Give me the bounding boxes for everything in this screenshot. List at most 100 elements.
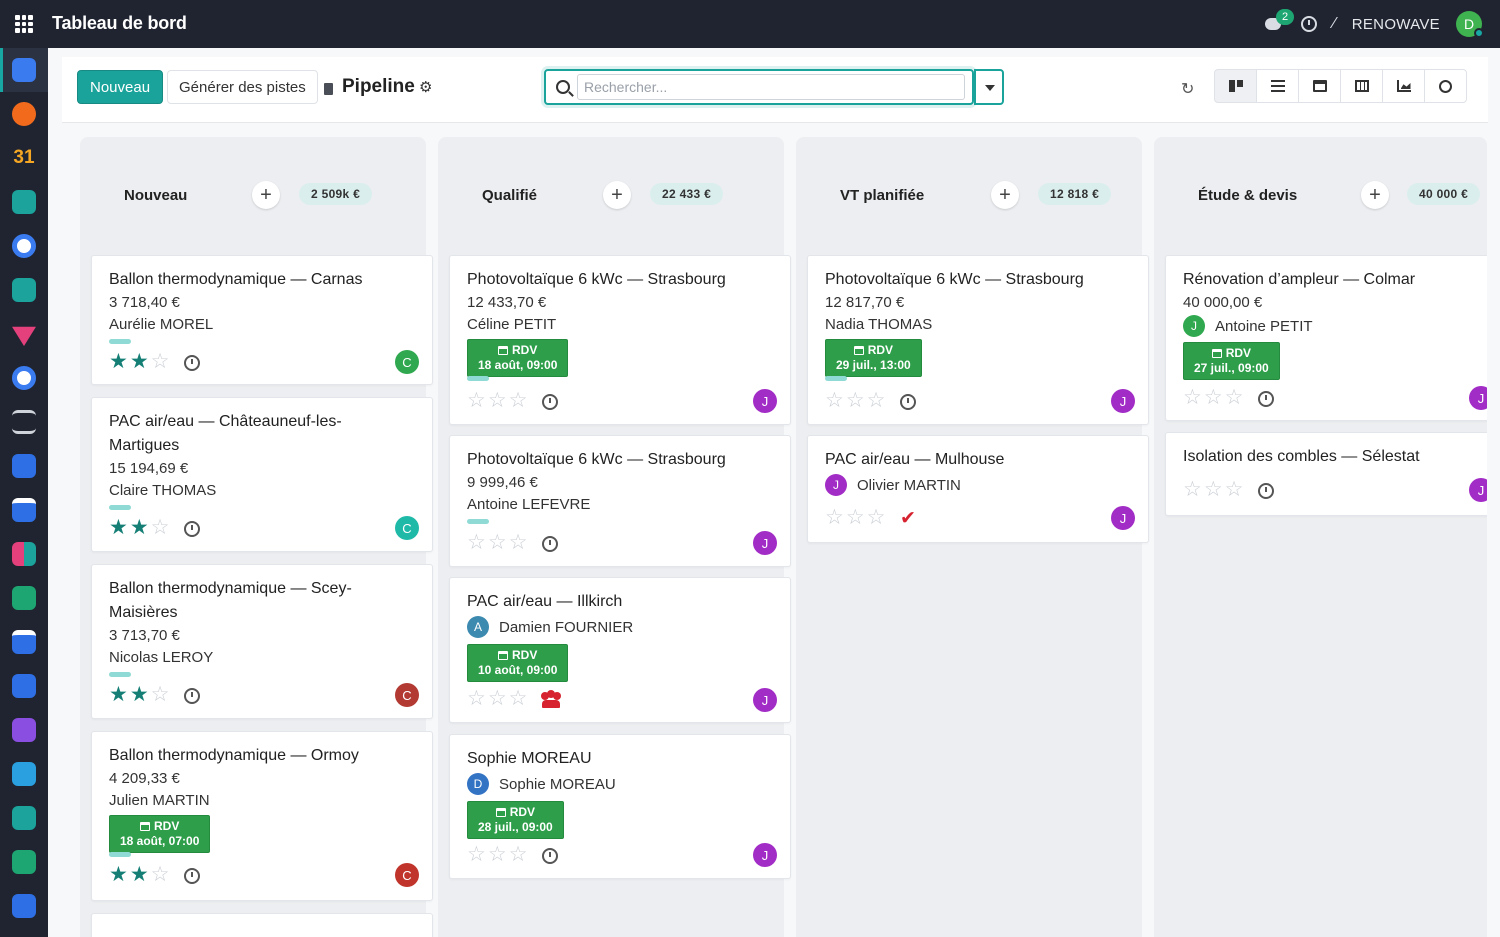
star-icon[interactable]: ☆	[1204, 479, 1223, 500]
appointment-badge[interactable]: RDV 27 juil., 09:00	[1183, 342, 1280, 380]
inventory-icon[interactable]	[12, 850, 36, 874]
star-icon[interactable]: ☆	[488, 844, 507, 865]
kanban-card[interactable]: Photovoltaïque 6 kWc — Strasbourg 12 817…	[807, 255, 1149, 425]
appointments-icon[interactable]	[12, 630, 36, 654]
crm-icon[interactable]	[12, 102, 36, 126]
card-assignee-avatar[interactable]: J	[753, 688, 777, 712]
kanban-card[interactable]: Ballon thermodynamique — Ormoy 4 209,33 …	[91, 731, 433, 901]
star-icon[interactable]: ★	[130, 517, 149, 538]
activity-clock-icon[interactable]	[900, 394, 916, 410]
priority-stars[interactable]: ☆ ☆ ☆	[467, 532, 527, 553]
star-icon[interactable]: ☆	[1183, 387, 1202, 408]
activity-clock-icon[interactable]	[184, 521, 200, 537]
appointment-badge[interactable]: RDV 18 août, 07:00	[109, 815, 211, 853]
star-icon[interactable]: ☆	[1225, 479, 1244, 500]
kanban-card[interactable]: Sophie MOREAU D Sophie MOREAU RDV 28 juil…	[449, 734, 791, 879]
sign-icon[interactable]	[12, 190, 36, 214]
dashboards-icon[interactable]	[12, 542, 36, 566]
star-icon[interactable]: ☆	[151, 517, 170, 538]
new-button[interactable]: Nouveau	[77, 70, 164, 104]
checkmark-icon[interactable]: ✔	[900, 507, 916, 530]
calendar-31-icon[interactable]: 31	[12, 146, 36, 170]
star-icon[interactable]: ☆	[509, 688, 528, 709]
kanban-card[interactable]: PAC air/eau — Châteauneuf-les- Martigues…	[91, 397, 433, 552]
list-view-button[interactable]	[1256, 69, 1299, 103]
gear-icon[interactable]: ⚙	[419, 78, 432, 96]
spreadsheet-icon[interactable]	[12, 586, 36, 610]
star-icon[interactable]: ☆	[825, 507, 844, 528]
timesheet-icon[interactable]	[12, 366, 36, 390]
planning-icon[interactable]	[12, 498, 36, 522]
kanban-card[interactable]: Rénovation d’ampleur — Colmar 40 000,00 …	[1165, 255, 1487, 421]
search-options-toggle[interactable]	[974, 69, 1004, 105]
activity-clock-icon[interactable]	[1258, 391, 1274, 407]
priority-stars[interactable]: ★ ★ ☆	[109, 684, 169, 705]
star-icon[interactable]: ☆	[1204, 387, 1223, 408]
activity-clock-icon[interactable]	[542, 536, 558, 552]
activity-view-button[interactable]	[1424, 69, 1467, 103]
star-icon[interactable]: ★	[130, 684, 149, 705]
kanban-card[interactable]: Photovoltaïque 6 kWc — Strasbourg 12 433…	[449, 255, 791, 425]
activity-clock-icon[interactable]	[184, 355, 200, 371]
card-assignee-avatar[interactable]: J	[1469, 386, 1487, 410]
activity-clock-icon[interactable]	[1301, 16, 1318, 32]
appointment-badge[interactable]: RDV 29 juil., 13:00	[825, 339, 922, 377]
star-icon[interactable]: ★	[109, 684, 128, 705]
subscriptions-icon[interactable]	[12, 762, 36, 786]
graph-view-button[interactable]	[1382, 69, 1425, 103]
appointment-badge[interactable]: RDV 10 août, 09:00	[467, 644, 569, 682]
star-icon[interactable]: ★	[109, 864, 128, 885]
blue-app-icon[interactable]	[12, 674, 36, 698]
priority-stars[interactable]: ☆ ☆ ☆	[825, 507, 885, 528]
card-assignee-avatar[interactable]: J	[1469, 478, 1487, 502]
discuss-icon[interactable]	[12, 58, 36, 82]
kanban-card[interactable]: Ballon thermodynamique — Scey- Maisières…	[91, 564, 433, 719]
priority-stars[interactable]: ☆ ☆ ☆	[825, 390, 885, 411]
star-icon[interactable]: ☆	[509, 390, 528, 411]
kanban-card[interactable]: Isolation des combles — Sélestat ☆ ☆ ☆ J	[1165, 432, 1487, 516]
activity-clock-icon[interactable]	[542, 394, 558, 410]
priority-stars[interactable]: ★ ★ ☆	[109, 517, 169, 538]
bank-icon[interactable]	[12, 410, 36, 434]
generate-leads-button[interactable]: Générer des pistes	[167, 70, 318, 104]
kanban-card[interactable]: PAC air/eau — Mulhouse J Olivier MARTIN …	[807, 435, 1149, 543]
card-assignee-avatar[interactable]: C	[395, 683, 419, 707]
kanban-card[interactable]: Ballon thermodynamique — Carnas 3 718,40…	[91, 255, 433, 385]
activity-clock-icon[interactable]	[1258, 483, 1274, 499]
star-icon[interactable]: ☆	[867, 507, 886, 528]
purple-app-icon[interactable]	[12, 718, 36, 742]
card-assignee-avatar[interactable]: J	[1111, 389, 1135, 413]
activity-clock-icon[interactable]	[184, 688, 200, 704]
star-icon[interactable]: ☆	[509, 844, 528, 865]
marketing-icon[interactable]	[12, 326, 36, 346]
project-icon[interactable]	[12, 234, 36, 258]
search-input[interactable]	[577, 74, 965, 100]
column-quick-add-button[interactable]: +	[603, 181, 631, 209]
user-avatar[interactable]: D	[1456, 11, 1484, 38]
priority-stars[interactable]: ☆ ☆ ☆	[1183, 387, 1243, 408]
appointment-badge[interactable]: RDV 18 août, 09:00	[467, 339, 569, 377]
priority-stars[interactable]: ☆ ☆ ☆	[467, 390, 527, 411]
kanban-view-button[interactable]	[1214, 69, 1257, 103]
star-icon[interactable]: ★	[130, 864, 149, 885]
card-assignee-avatar[interactable]: J	[753, 531, 777, 555]
calendar-view-button[interactable]	[1298, 69, 1341, 103]
star-icon[interactable]: ☆	[467, 390, 486, 411]
column-quick-add-button[interactable]: +	[991, 181, 1019, 209]
column-quick-add-button[interactable]: +	[1361, 181, 1389, 209]
priority-stars[interactable]: ☆ ☆ ☆	[467, 844, 527, 865]
star-icon[interactable]: ☆	[467, 844, 486, 865]
star-icon[interactable]: ★	[109, 351, 128, 372]
star-icon[interactable]: ☆	[488, 532, 507, 553]
priority-stars[interactable]: ★ ★ ☆	[109, 351, 169, 372]
meeting-group-icon[interactable]	[541, 690, 561, 708]
documents-icon[interactable]	[12, 454, 36, 478]
card-assignee-avatar[interactable]: J	[1111, 506, 1135, 530]
card-assignee-avatar[interactable]: C	[395, 516, 419, 540]
kanban-card[interactable]: Photovoltaïque 6 kWc — Strasbourg 9 999,…	[449, 435, 791, 567]
apps-menu-button[interactable]	[0, 0, 48, 48]
priority-stars[interactable]: ★ ★ ☆	[109, 864, 169, 885]
star-icon[interactable]: ☆	[488, 390, 507, 411]
contacts-icon[interactable]	[12, 278, 36, 302]
employees-icon[interactable]	[12, 806, 36, 830]
